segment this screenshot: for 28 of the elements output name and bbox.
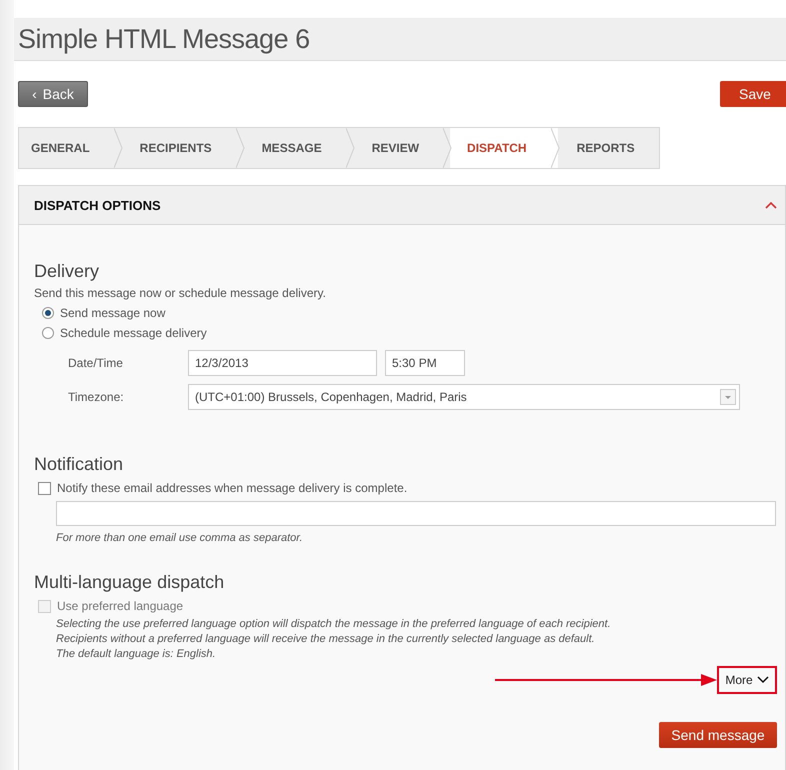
timezone-dropdown[interactable]: (UTC+01:00) Brussels, Copenhagen, Madrid, Paris bbox=[188, 384, 740, 410]
more-button[interactable]: More bbox=[717, 666, 777, 694]
time-field[interactable]: 5:30 PM bbox=[385, 350, 465, 376]
checkbox[interactable] bbox=[38, 482, 51, 494]
radio-button[interactable] bbox=[42, 327, 54, 339]
radio-label: Send message now bbox=[60, 306, 166, 320]
note-text: The default language is: English. bbox=[56, 647, 217, 662]
section-heading: Delivery bbox=[34, 261, 100, 282]
radio-label: Schedule message delivery bbox=[60, 326, 207, 340]
radio-button[interactable] bbox=[42, 307, 54, 319]
checkbox-label: Use preferred language bbox=[57, 599, 184, 613]
note-text: Recipients without a preferred language will receive the message in the currently selected language as default. bbox=[56, 632, 596, 647]
section-description: Send this message now or schedule message delivery. bbox=[34, 286, 327, 300]
panel-title: DISPATCH OPTIONS bbox=[34, 198, 161, 212]
field-label: Date/Time bbox=[68, 356, 124, 370]
section-heading: Multi-language dispatch bbox=[34, 572, 226, 593]
chevron-down-icon bbox=[756, 676, 769, 684]
save-button[interactable]: Save bbox=[720, 81, 786, 107]
send-message-button[interactable]: Send message bbox=[659, 722, 777, 748]
field-label: Timezone: bbox=[68, 390, 125, 404]
page-title: Simple HTML Message 6 bbox=[18, 24, 310, 54]
section-heading: Notification bbox=[34, 454, 124, 475]
back-button[interactable]: ‹ Back bbox=[18, 81, 88, 107]
email-field[interactable] bbox=[56, 501, 776, 526]
checkbox-label: Notify these email addresses when message delivery is complete. bbox=[57, 481, 408, 495]
date-field[interactable]: 12/3/2013 bbox=[188, 350, 377, 376]
hint-text: For more than one email use comma as separator. bbox=[56, 532, 304, 544]
note-text: Selecting the use preferred language option will dispatch the message in the preferred language of each recipient. bbox=[56, 617, 612, 632]
